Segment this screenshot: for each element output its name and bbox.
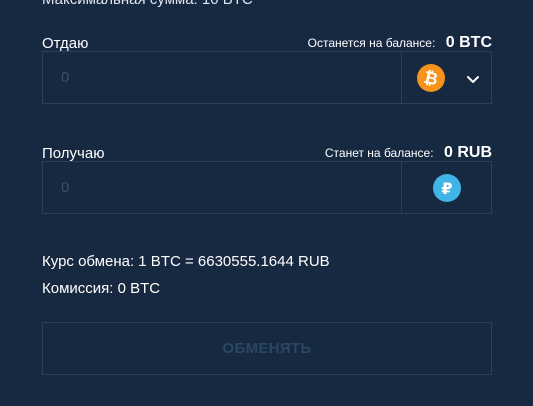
bitcoin-icon: ₿ (417, 64, 445, 92)
give-balance: Останется на балансе: 0 BTC (308, 34, 492, 52)
receive-balance: Станет на балансе: 0 RUB (325, 144, 492, 162)
receive-balance-label: Станет на балансе: (324, 146, 434, 160)
exchange-rate-text: Курс обмена: 1 BTC = 6630555.1644 RUB (42, 253, 330, 270)
receive-header: Получаю Станет на балансе: 0 RUB (42, 142, 492, 162)
max-amount-text: Максимальная сумма: 10 BTC (42, 0, 253, 8)
receive-amount-input[interactable] (43, 162, 401, 213)
give-balance-label: Останется на балансе: (307, 36, 436, 50)
give-amount-input[interactable] (43, 52, 401, 103)
give-field: ₿ (42, 51, 492, 104)
receive-field: ₽ (42, 161, 492, 214)
receive-label: Получаю (42, 145, 105, 162)
give-currency-select[interactable]: ₿ (401, 52, 491, 103)
give-label: Отдаю (42, 35, 89, 52)
svg-text:₽: ₽ (441, 179, 452, 198)
ruble-icon: ₽ (433, 174, 461, 202)
give-balance-value: 0 BTC (445, 34, 492, 51)
receive-currency-display: ₽ (401, 162, 491, 213)
chevron-down-icon[interactable] (466, 72, 480, 83)
svg-text:₿: ₿ (422, 68, 440, 90)
receive-balance-value: 0 RUB (443, 144, 492, 161)
fee-text: Комиссия: 0 BTC (42, 280, 161, 297)
give-header: Отдаю Останется на балансе: 0 BTC (42, 32, 492, 52)
exchange-button[interactable]: ОБМЕНЯТЬ (42, 322, 492, 375)
